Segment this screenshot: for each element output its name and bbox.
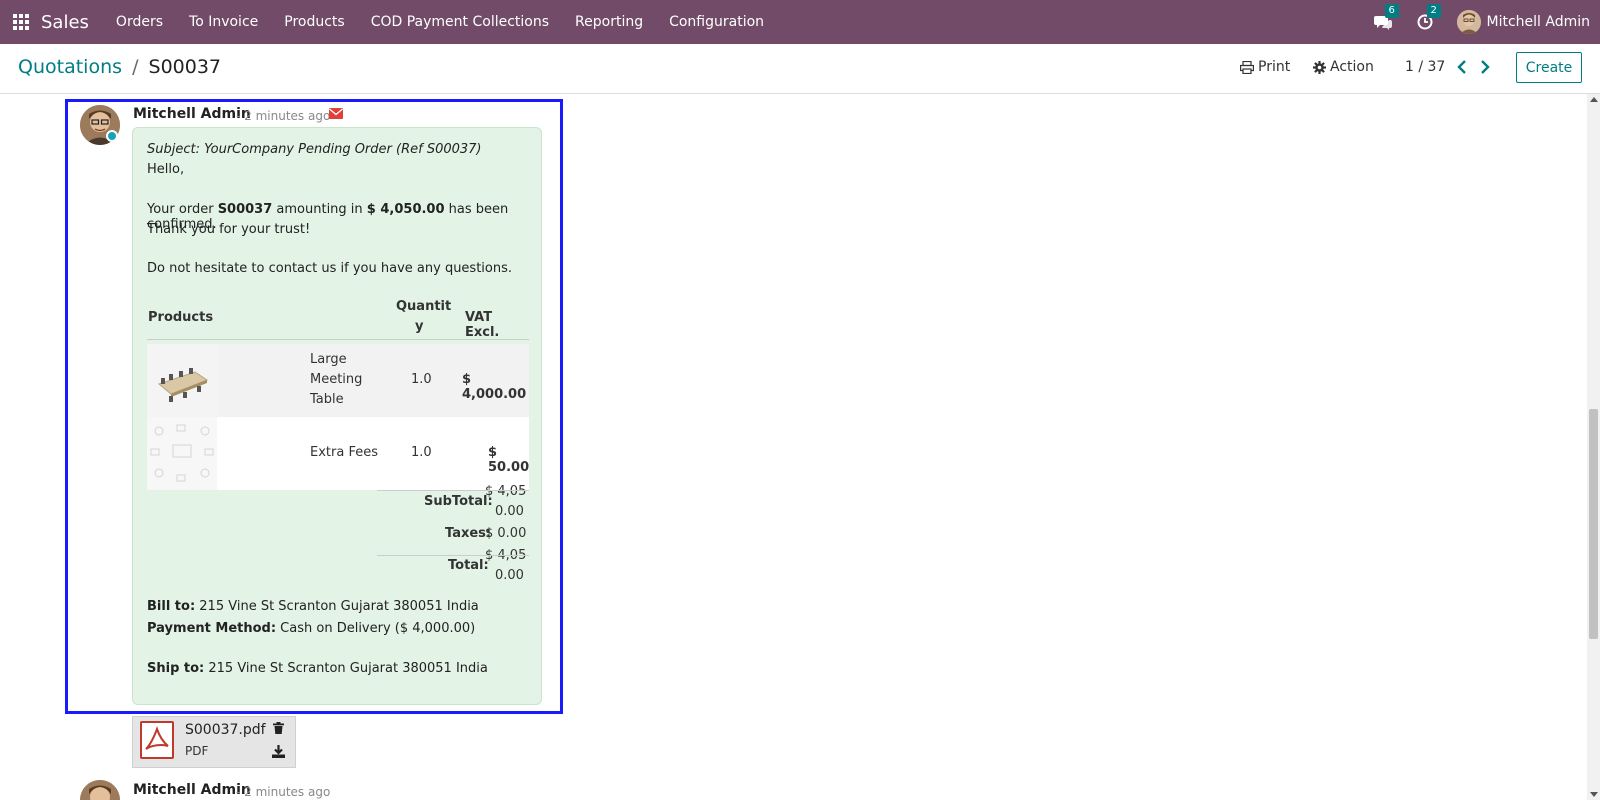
message-author[interactable]: Mitchell Admin <box>133 106 251 122</box>
pager-previous-icon[interactable] <box>1455 59 1469 75</box>
page-scrollbar[interactable] <box>1587 94 1600 800</box>
taxes-value: $ 0.00 <box>485 526 527 541</box>
ship-to-line: Ship to: 215 Vine St Scranton Gujarat 38… <box>147 661 488 676</box>
product-name-line3: Table <box>310 392 344 407</box>
col-quantity-part1: Quantit <box>396 299 452 314</box>
products-table-header: Products Quantit y VAT Excl. <box>147 296 529 340</box>
product-price: $ 50.00 <box>488 445 530 475</box>
apps-menu-icon[interactable] <box>13 14 29 30</box>
product-name: Extra Fees <box>310 445 378 460</box>
menu-cod-payment-collections[interactable]: COD Payment Collections <box>358 14 562 30</box>
menu-configuration[interactable]: Configuration <box>656 14 777 30</box>
col-products: Products <box>148 310 214 325</box>
attachment-type: PDF <box>185 744 209 758</box>
table-row: Large Meeting Table 1.0 $ 4,000.00 <box>147 344 529 417</box>
attachment-filename[interactable]: S00037.pdf <box>185 722 266 738</box>
pdf-file-icon[interactable] <box>140 721 174 759</box>
subtotal-label: SubTotal: <box>424 494 493 509</box>
col-quantity-part2: y <box>415 319 424 334</box>
top-navbar: Sales Orders To Invoice Products COD Pay… <box>0 0 1600 44</box>
totals-divider <box>377 490 529 491</box>
menu-reporting[interactable]: Reporting <box>562 14 656 30</box>
attachment-card[interactable]: S00037.pdf PDF <box>132 716 296 768</box>
message-time: - 2 minutes ago <box>236 109 331 123</box>
breadcrumb-current: S00037 <box>148 56 222 78</box>
action-button[interactable]: Action <box>1313 59 1374 75</box>
total-label: Total: <box>448 558 489 573</box>
product-price: $ 4,000.00 <box>462 372 527 402</box>
greeting: Hello, <box>147 162 185 177</box>
gear-icon <box>1313 60 1326 74</box>
menu-products[interactable]: Products <box>271 14 357 30</box>
breadcrumb: Quotations / S00037 <box>18 56 221 78</box>
product-name-line2: Meeting <box>310 372 363 387</box>
message-time: - 2 minutes ago <box>236 785 331 799</box>
scroll-up-icon[interactable] <box>1590 97 1598 102</box>
activities-systray[interactable]: 2 <box>1415 4 1441 32</box>
product-quantity: 1.0 <box>411 372 432 387</box>
bill-to-line: Bill to: 215 Vine St Scranton Gujarat 38… <box>147 599 479 614</box>
product-image-meeting-table <box>147 344 217 417</box>
user-avatar-image <box>1456 10 1481 34</box>
product-image-placeholder <box>147 417 217 490</box>
download-icon[interactable] <box>272 745 285 758</box>
author-avatar-image <box>80 780 120 800</box>
thanks-line: Thank you for your trust! <box>147 222 311 237</box>
message-author[interactable]: Mitchell Admin <box>133 782 251 798</box>
order-reference: S00037 <box>217 202 273 217</box>
online-status-dot <box>106 130 118 142</box>
contact-line: Do not hesitate to contact us if you hav… <box>147 261 513 276</box>
table-row: Extra Fees 1.0 $ 50.00 <box>147 417 529 490</box>
product-quantity: 1.0 <box>411 445 432 460</box>
subtotal-value-line2: 0.00 <box>495 504 524 519</box>
messages-systray[interactable]: 6 <box>1373 4 1399 32</box>
subtotal-value-line1: $ 4,05 <box>485 484 527 499</box>
col-vat-excl: VAT Excl. <box>465 310 500 340</box>
envelope-icon <box>329 108 343 119</box>
user-avatar[interactable] <box>1456 10 1481 34</box>
total-value-line2: 0.00 <box>495 568 524 583</box>
totals-divider <box>377 555 529 556</box>
print-label: Print <box>1258 59 1291 75</box>
create-button[interactable]: Create <box>1516 52 1582 83</box>
messages-badge: 6 <box>1384 4 1399 18</box>
print-button[interactable]: Print <box>1240 59 1290 75</box>
author-avatar[interactable] <box>80 780 120 800</box>
scroll-thumb[interactable] <box>1589 409 1598 639</box>
pager-value[interactable]: 1 / 37 <box>1405 59 1445 75</box>
activities-badge: 2 <box>1426 4 1441 18</box>
breadcrumb-quotations[interactable]: Quotations <box>18 56 122 78</box>
message-body: Subject: YourCompany Pending Order (Ref … <box>132 127 542 705</box>
menu-to-invoice[interactable]: To Invoice <box>176 14 271 30</box>
message-subject: Subject: YourCompany Pending Order (Ref … <box>147 142 482 157</box>
app-brand[interactable]: Sales <box>41 12 89 33</box>
user-name[interactable]: Mitchell Admin <box>1487 14 1591 30</box>
action-label: Action <box>1330 59 1374 75</box>
order-amount: $ 4,050.00 <box>366 202 445 217</box>
pager-next-icon[interactable] <box>1478 59 1492 75</box>
printer-icon <box>1240 60 1254 74</box>
control-panel: Quotations / S00037 Print Action 1 / 37 … <box>0 44 1600 94</box>
menu-orders[interactable]: Orders <box>103 14 176 30</box>
trash-icon[interactable] <box>273 722 284 734</box>
payment-method-line: Payment Method: Cash on Delivery ($ 4,00… <box>147 621 476 636</box>
scroll-down-icon[interactable] <box>1590 792 1598 797</box>
breadcrumb-separator: / <box>132 56 139 78</box>
product-name-line1: Large <box>310 352 347 367</box>
